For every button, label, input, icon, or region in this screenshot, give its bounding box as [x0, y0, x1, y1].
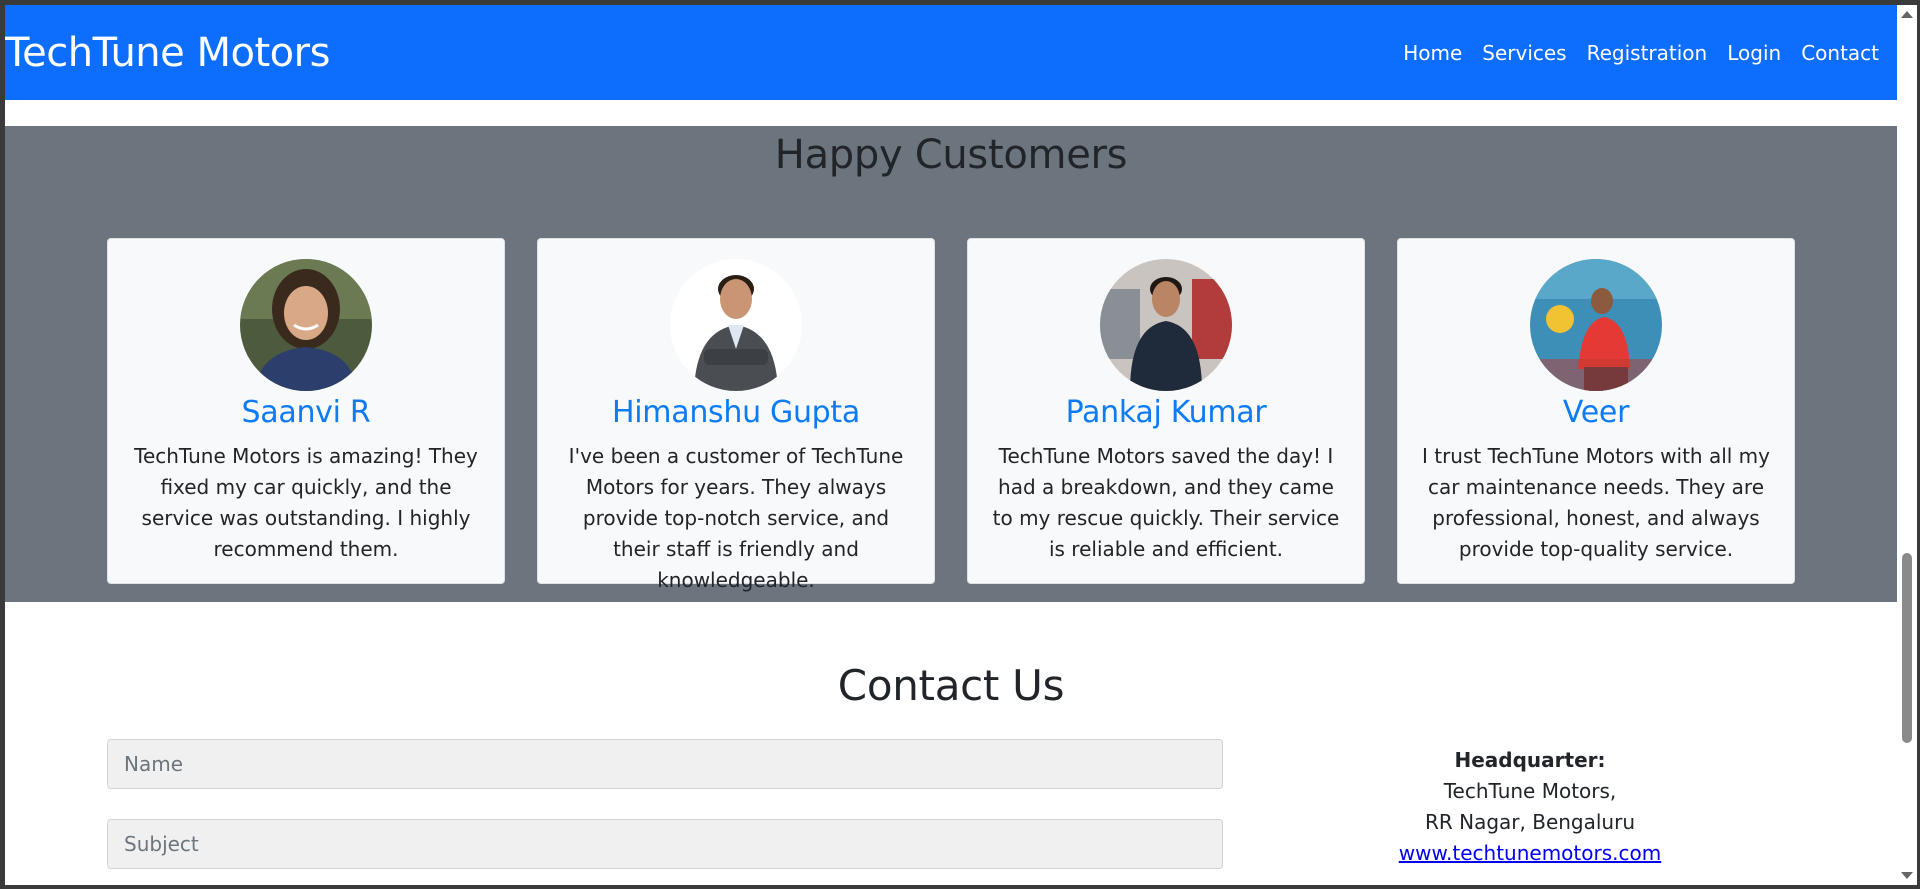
- nav-link-services[interactable]: Services: [1472, 41, 1576, 65]
- customer-name: Veer: [1562, 395, 1630, 430]
- hq-address: RR Nagar, Bengaluru: [1424, 810, 1636, 834]
- customer-name: Himanshu Gupta: [612, 395, 860, 430]
- subject-input[interactable]: [107, 819, 1223, 869]
- customer-testimonial: I trust TechTune Motors with all my car …: [1421, 444, 1770, 561]
- customer-testimonial: TechTune Motors saved the day! I had a b…: [992, 444, 1340, 561]
- brand-logo[interactable]: TechTune Motors: [5, 30, 330, 76]
- customer-testimonial: I've been a customer of TechTune Motors …: [568, 444, 904, 592]
- headquarter-info: Headquarter: TechTune Motors, RR Nagar, …: [1345, 745, 1715, 869]
- page-viewport: TechTune Motors Home Services Registrati…: [5, 5, 1897, 885]
- customer-avatar: [1530, 259, 1662, 391]
- avatar-photo-icon: [670, 259, 802, 391]
- happy-customers-section: Happy Customers Saanvi R TechTune Motors…: [5, 126, 1897, 602]
- navbar: TechTune Motors Home Services Registrati…: [5, 5, 1897, 100]
- customer-card: Saanvi R TechTune Motors is amazing! The…: [107, 238, 505, 584]
- scroll-up-icon[interactable]: [1901, 11, 1913, 18]
- section-title: Happy Customers: [774, 132, 1128, 178]
- page-scrollbar[interactable]: [1897, 5, 1917, 885]
- avatar-photo-icon: [1100, 259, 1232, 391]
- nav-link-contact[interactable]: Contact: [1791, 41, 1889, 65]
- customer-card: Veer I trust TechTune Motors with all my…: [1397, 238, 1795, 584]
- customer-avatar: [670, 259, 802, 391]
- customer-name: Pankaj Kumar: [1065, 395, 1267, 430]
- hq-company: TechTune Motors,: [1443, 779, 1617, 803]
- nav-link-home[interactable]: Home: [1393, 41, 1472, 65]
- avatar-photo-icon: [1530, 259, 1662, 391]
- customer-avatar: [240, 259, 372, 391]
- customer-card: Himanshu Gupta I've been a customer of T…: [537, 238, 935, 592]
- nav-link-registration[interactable]: Registration: [1577, 41, 1718, 65]
- nav-links: Home Services Registration Login Contact: [1393, 41, 1897, 65]
- website-link[interactable]: www.techtunemotors.com: [1399, 841, 1661, 865]
- nav-link-login[interactable]: Login: [1717, 41, 1791, 65]
- customer-card: Pankaj Kumar TechTune Motors saved the d…: [967, 238, 1365, 584]
- avatar-photo-icon: [240, 259, 372, 391]
- customer-testimonial: TechTune Motors is amazing! They fixed m…: [134, 444, 478, 561]
- hq-label: Headquarter:: [1454, 748, 1606, 772]
- name-input[interactable]: [107, 739, 1223, 789]
- contact-title: Contact Us: [837, 661, 1065, 710]
- scroll-down-icon[interactable]: [1901, 872, 1913, 879]
- customer-name: Saanvi R: [241, 395, 371, 430]
- customer-avatar: [1100, 259, 1232, 391]
- scroll-thumb[interactable]: [1902, 553, 1912, 743]
